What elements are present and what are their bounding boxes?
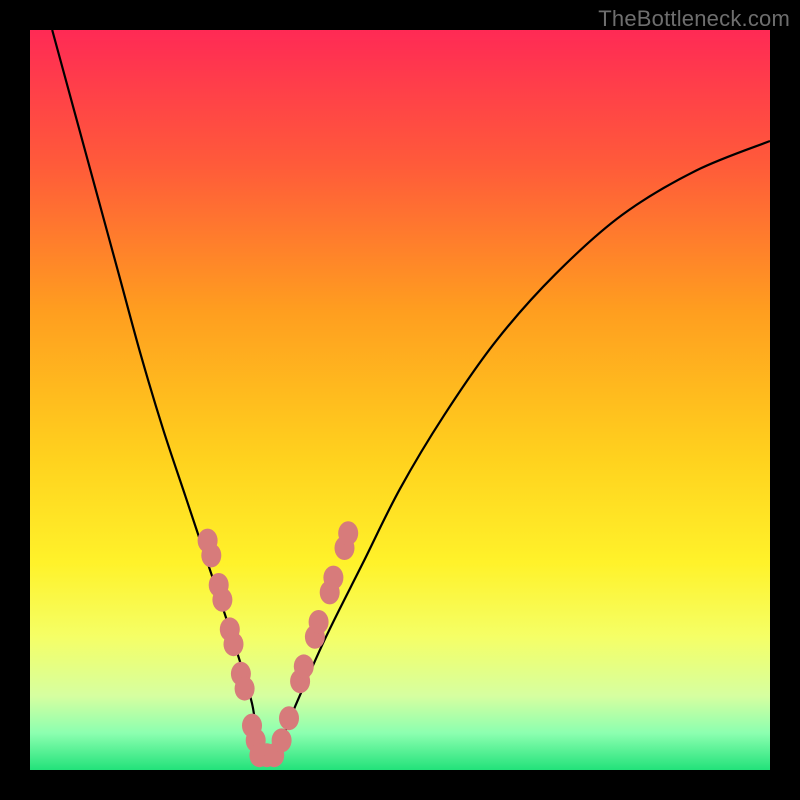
watermark-text: TheBottleneck.com <box>598 6 790 32</box>
marker-dot <box>323 566 343 590</box>
plot-area <box>30 30 770 770</box>
bottleneck-curve <box>52 30 770 762</box>
marker-dot <box>338 521 358 545</box>
marker-group <box>198 521 359 767</box>
marker-dot <box>272 728 292 752</box>
outer-frame: TheBottleneck.com <box>0 0 800 800</box>
marker-dot <box>294 654 314 678</box>
marker-dot <box>279 706 299 730</box>
marker-dot <box>235 677 255 701</box>
chart-svg <box>30 30 770 770</box>
marker-dot <box>212 588 232 612</box>
marker-dot <box>224 632 244 656</box>
marker-dot <box>309 610 329 634</box>
marker-dot <box>201 543 221 567</box>
